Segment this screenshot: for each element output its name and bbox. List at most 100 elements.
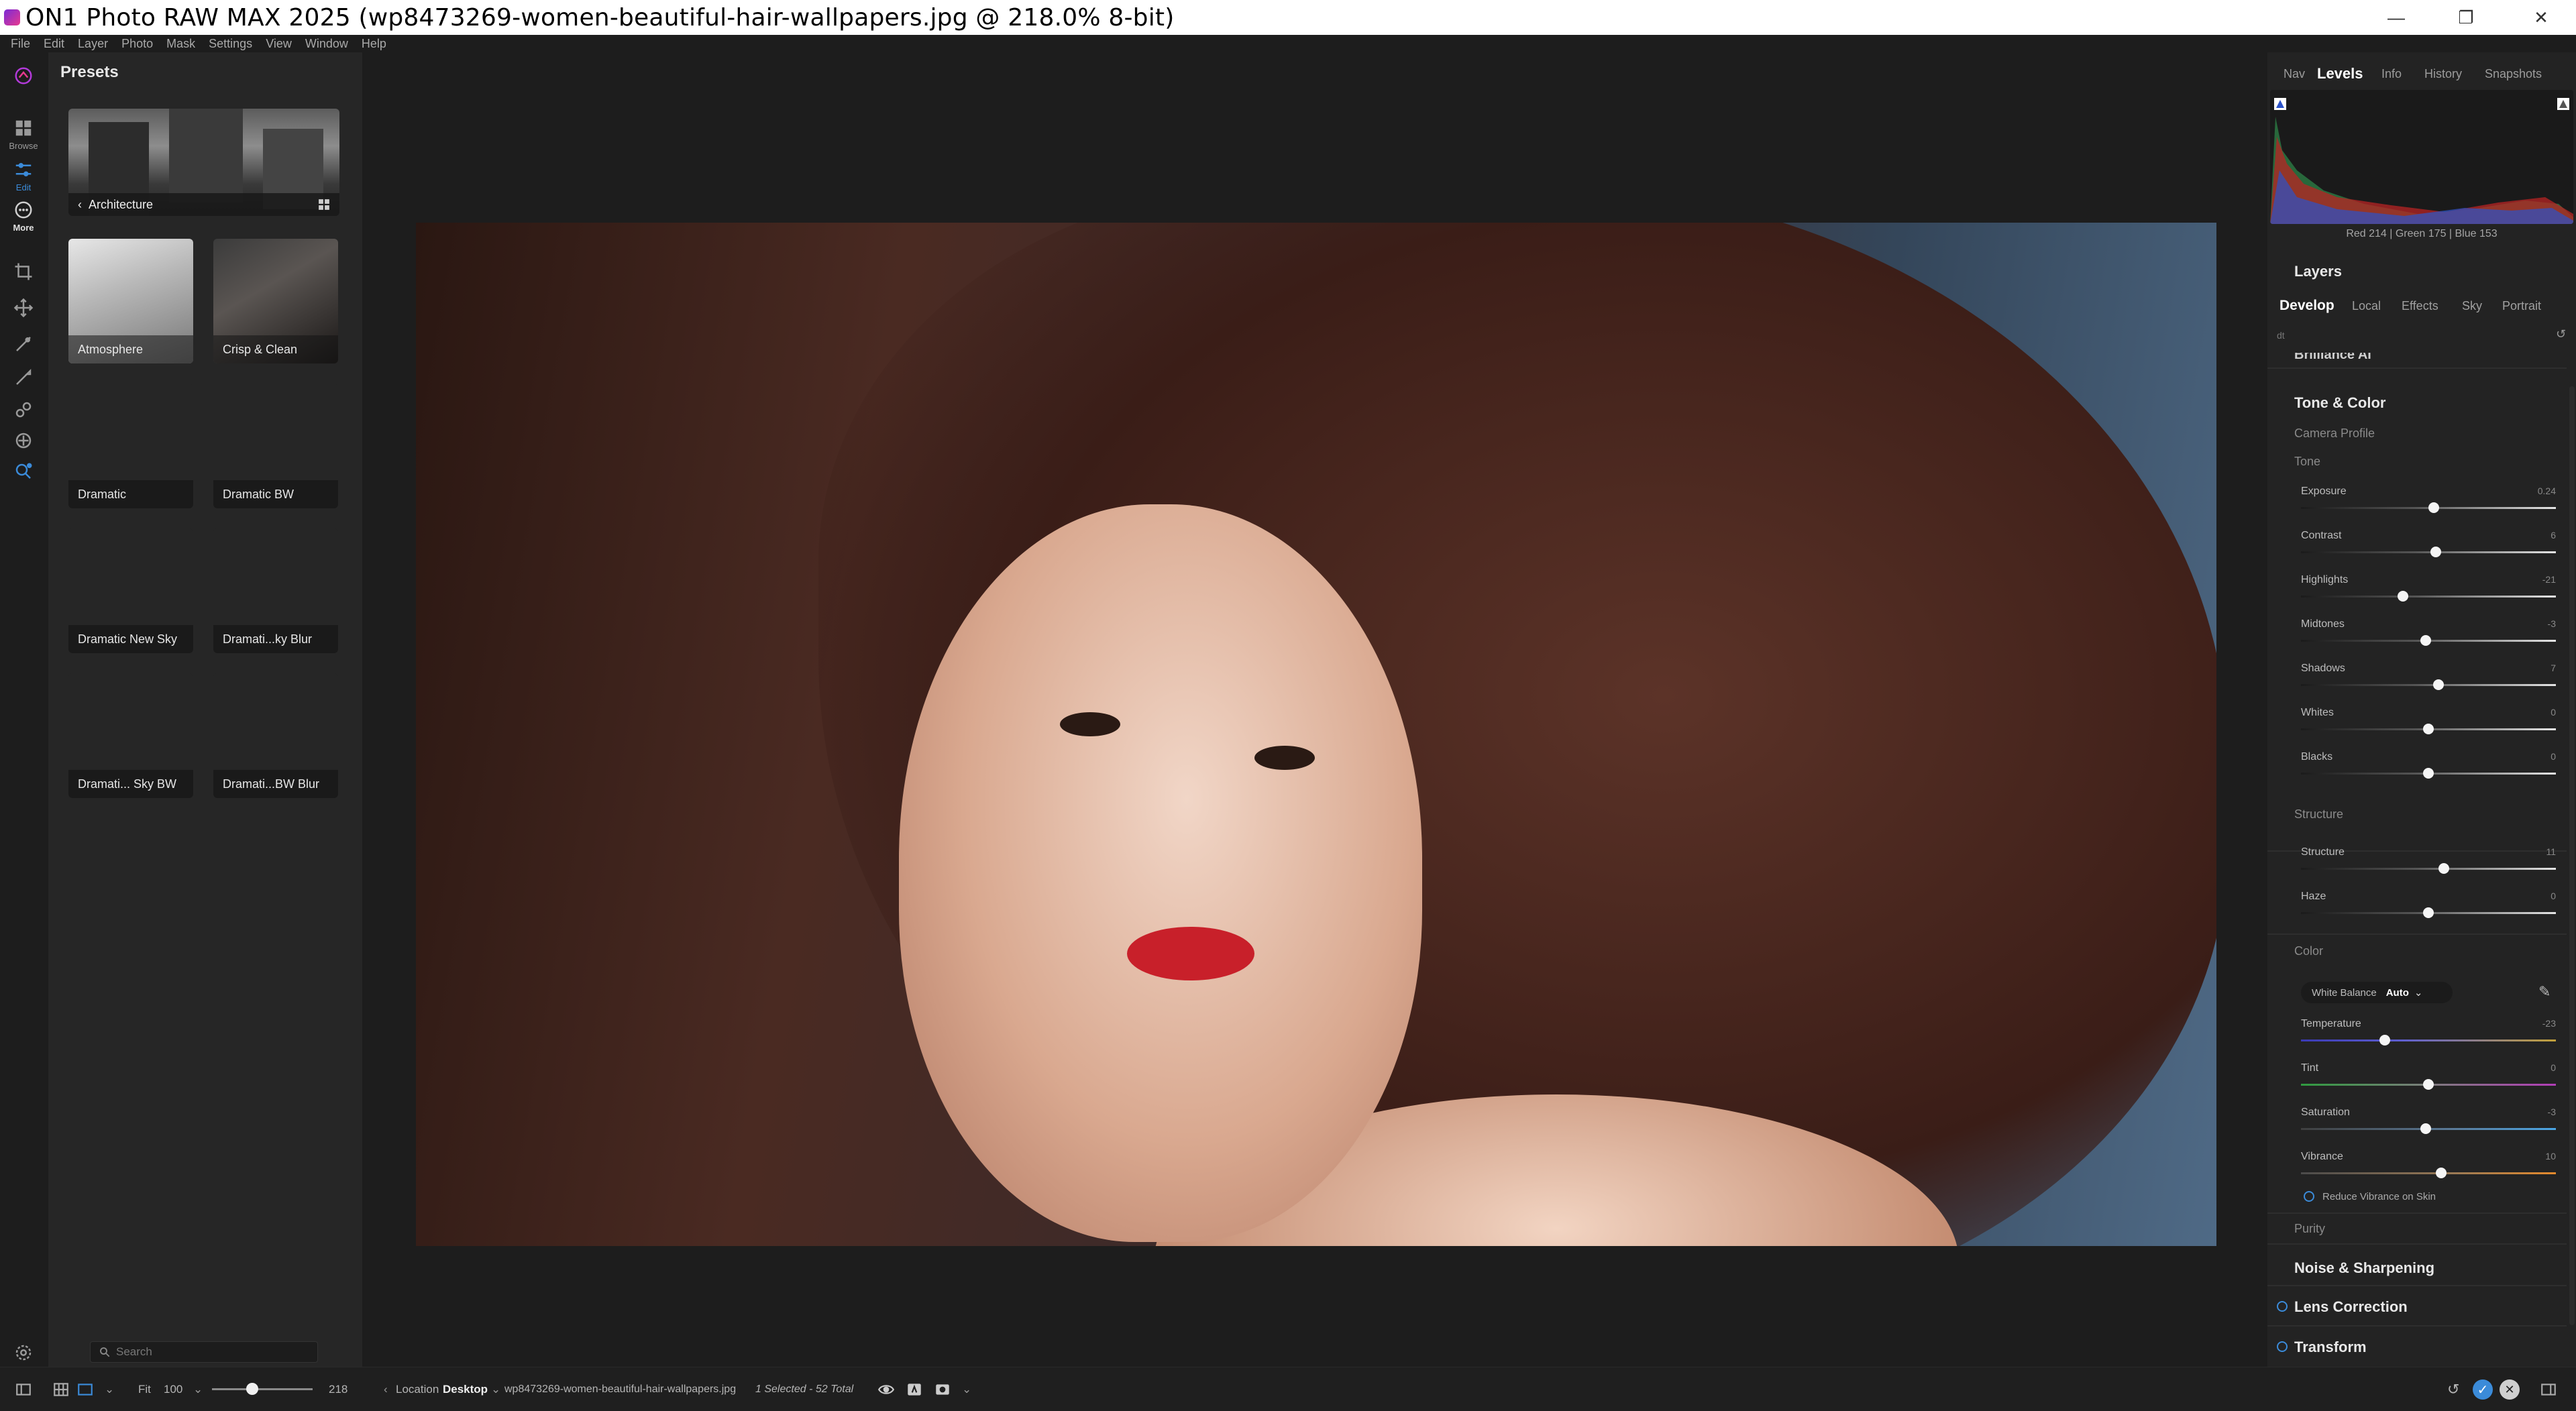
overlay-chevron-icon[interactable]: ⌄	[962, 1367, 971, 1411]
reset-icon[interactable]: ↺	[2447, 1367, 2459, 1411]
reduce-vibrance-checkbox[interactable]	[2304, 1191, 2314, 1202]
reset-all-icon[interactable]: ↺	[2556, 327, 2566, 341]
transform-section[interactable]: Transform	[2294, 1339, 2367, 1356]
tone-color-title[interactable]: Tone & Color	[2294, 394, 2385, 412]
photo-preview[interactable]	[416, 223, 2216, 1246]
menu-view[interactable]: View	[266, 37, 292, 51]
menu-file[interactable]: File	[11, 37, 30, 51]
slider-track[interactable]	[2301, 868, 2556, 870]
cancel-button[interactable]: ✕	[2500, 1379, 2520, 1400]
slider-track[interactable]	[2301, 596, 2556, 598]
preset-dramatic-sky-blur[interactable]: Dramati...ky Blur	[213, 528, 338, 653]
brilliance-ai-section[interactable]: Brilliance AI	[2294, 353, 2371, 361]
preset-crisp-clean[interactable]: Crisp & Clean	[213, 239, 338, 363]
zoom-tool-icon[interactable]	[9, 457, 38, 486]
lens-correction-section[interactable]: Lens Correction	[2294, 1298, 2408, 1316]
grid-view-icon[interactable]	[52, 1367, 70, 1411]
menu-edit[interactable]: Edit	[44, 37, 64, 51]
slider-value[interactable]: 0	[2551, 751, 2556, 762]
preset-dramatic-bw[interactable]: Dramatic BW	[213, 384, 338, 508]
slider-knob[interactable]	[2423, 907, 2434, 918]
slider-value[interactable]: 11	[2546, 846, 2556, 857]
slider-value[interactable]: -23	[2542, 1018, 2556, 1029]
slider-saturation[interactable]: Saturation -3	[2301, 1107, 2556, 1147]
slider-knob[interactable]	[2420, 1123, 2432, 1134]
subtab-sky[interactable]: Sky	[2462, 299, 2482, 313]
layers-title[interactable]: Layers	[2294, 263, 2342, 280]
slider-value[interactable]: -21	[2542, 574, 2556, 585]
slider-knob[interactable]	[2423, 1079, 2434, 1090]
grid-view-icon[interactable]	[318, 199, 330, 211]
menu-layer[interactable]: Layer	[78, 37, 108, 51]
menu-mask[interactable]: Mask	[166, 37, 195, 51]
slider-value[interactable]: 0	[2551, 891, 2556, 901]
settings-icon[interactable]	[9, 1339, 38, 1367]
slider-value[interactable]: 0	[2551, 707, 2556, 718]
lens-correction-toggle[interactable]	[2277, 1301, 2288, 1312]
apply-button[interactable]: ✓	[2473, 1379, 2493, 1400]
mask-overlay-icon[interactable]	[934, 1367, 951, 1411]
slider-exposure[interactable]: Exposure 0.24	[2301, 486, 2556, 526]
slider-track[interactable]	[2301, 1172, 2556, 1174]
slider-knob[interactable]	[2379, 1035, 2391, 1046]
toggle-left-panel-icon[interactable]	[15, 1367, 32, 1411]
zoom-slider-track[interactable]	[212, 1388, 313, 1390]
menu-window[interactable]: Window	[305, 37, 348, 51]
slider-value[interactable]: 7	[2551, 663, 2556, 673]
noise-sharpening-section[interactable]: Noise & Sharpening	[2294, 1259, 2434, 1277]
transform-toggle[interactable]	[2277, 1341, 2288, 1352]
brush-icon[interactable]	[9, 330, 38, 358]
preset-search-input[interactable]: Search	[90, 1341, 318, 1363]
slider-track[interactable]	[2301, 1039, 2556, 1041]
edit-icon[interactable]	[9, 156, 38, 184]
slider-value[interactable]: 0	[2551, 1062, 2556, 1073]
slider-structure[interactable]: Structure 11	[2301, 846, 2556, 887]
slider-knob[interactable]	[2438, 863, 2449, 874]
panel-scrollbar[interactable]	[2569, 386, 2575, 1325]
single-view-icon[interactable]	[76, 1367, 94, 1411]
preset-dramatic[interactable]: Dramatic	[68, 384, 193, 508]
slider-value[interactable]: -3	[2548, 1107, 2556, 1117]
slider-knob[interactable]	[2430, 547, 2442, 557]
crop-icon[interactable]	[9, 258, 38, 286]
zoom-slider-knob[interactable]	[246, 1383, 258, 1395]
clone-icon[interactable]	[9, 427, 38, 455]
slider-value[interactable]: 0.24	[2538, 486, 2556, 496]
slider-track[interactable]	[2301, 684, 2556, 686]
preset-dramatic-sky-bw[interactable]: Dramati... Sky BW	[68, 673, 193, 798]
eyedropper-icon[interactable]: ✎	[2538, 983, 2551, 1001]
category-back-button[interactable]: ‹ Architecture	[68, 193, 339, 216]
purity-label[interactable]: Purity	[2294, 1222, 2325, 1236]
category-header[interactable]: ‹ Architecture	[68, 109, 339, 216]
subtab-portrait[interactable]: Portrait	[2502, 299, 2541, 313]
slider-haze[interactable]: Haze 0	[2301, 891, 2556, 931]
location-value[interactable]: Desktop	[443, 1367, 488, 1411]
subtab-develop[interactable]: Develop	[2279, 298, 2334, 314]
tab-nav[interactable]: Nav	[2284, 67, 2305, 81]
tab-snapshots[interactable]: Snapshots	[2485, 67, 2542, 81]
tab-info[interactable]: Info	[2381, 67, 2402, 81]
slider-tint[interactable]: Tint 0	[2301, 1062, 2556, 1103]
text-overlay-icon[interactable]	[906, 1367, 923, 1411]
menu-help[interactable]: Help	[362, 37, 386, 51]
slider-track[interactable]	[2301, 551, 2556, 553]
slider-value[interactable]: 10	[2545, 1151, 2556, 1162]
toggle-right-panel-icon[interactable]	[2540, 1367, 2557, 1411]
move-icon[interactable]	[9, 294, 38, 322]
slider-temperature[interactable]: Temperature -23	[2301, 1018, 2556, 1058]
slider-knob[interactable]	[2423, 768, 2434, 779]
slider-value[interactable]: 6	[2551, 530, 2556, 541]
view-mode-chevron-icon[interactable]: ⌄	[105, 1367, 114, 1411]
camera-profile-label[interactable]: Camera Profile	[2294, 427, 2375, 441]
subtab-effects[interactable]: Effects	[2402, 299, 2438, 313]
more-icon[interactable]	[9, 196, 38, 224]
zoom-chevron-icon[interactable]: ⌄	[193, 1367, 203, 1411]
mask-brush-icon[interactable]	[9, 363, 38, 392]
slider-highlights[interactable]: Highlights -21	[2301, 574, 2556, 614]
preset-atmosphere[interactable]: Atmosphere	[68, 239, 193, 363]
slider-knob[interactable]	[2428, 502, 2439, 513]
subtab-local[interactable]: Local	[2352, 299, 2381, 313]
slider-knob[interactable]	[2398, 591, 2408, 602]
slider-contrast[interactable]: Contrast 6	[2301, 530, 2556, 570]
menu-settings[interactable]: Settings	[209, 37, 252, 51]
